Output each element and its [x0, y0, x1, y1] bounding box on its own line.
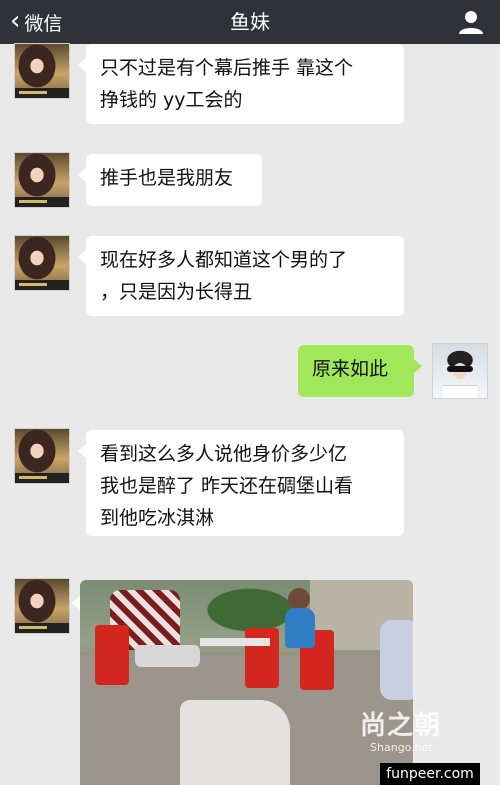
message-bubble-incoming[interactable]: 推手也是我朋友	[78, 154, 262, 206]
contact-avatar[interactable]	[14, 43, 70, 99]
message-text: ，只是因为长得丑	[100, 281, 253, 303]
message-bubble-incoming[interactable]: 现在好多人都知道这个男的了 ，只是因为长得丑	[78, 236, 404, 316]
message-text: 到他吃冰淇淋	[100, 507, 215, 529]
back-button[interactable]: ‹ 微信	[10, 0, 62, 44]
message-text: 原来如此	[312, 358, 389, 380]
site-watermark: funpeer.com	[380, 763, 480, 785]
message-text: 推手也是我朋友	[100, 167, 234, 189]
message-text: 看到这么多人说他身价多少亿	[100, 443, 348, 465]
message-bubble-incoming[interactable]: 看到这么多人说他身价多少亿 我也是醉了 昨天还在碉堡山看 到他吃冰淇淋	[78, 430, 404, 536]
watermark-logo: 尚之朝	[360, 711, 442, 741]
contact-avatar[interactable]	[14, 578, 70, 634]
watermark-url: Shango.net	[370, 741, 433, 754]
message-text: 挣钱的 yy工会的	[100, 89, 243, 111]
image-bubble-tail	[72, 596, 80, 610]
top-bar: ‹ 微信 鱼妹	[0, 0, 500, 44]
chevron-left-icon: ‹	[10, 5, 21, 36]
message-bubble-outgoing[interactable]: 原来如此	[298, 345, 422, 397]
contact-avatar[interactable]	[14, 428, 70, 484]
message-text: 我也是醉了 昨天还在碉堡山看	[100, 475, 354, 497]
message-text: 只不过是有个幕后推手 靠这个	[100, 57, 354, 79]
contact-avatar[interactable]	[14, 235, 70, 291]
chat-title: 鱼妹	[230, 10, 270, 34]
message-bubble-incoming[interactable]: 只不过是有个幕后推手 靠这个 挣钱的 yy工会的	[78, 44, 404, 124]
back-label: 微信	[24, 12, 63, 35]
person-icon	[459, 11, 483, 34]
image-message[interactable]	[80, 580, 413, 785]
my-avatar[interactable]	[432, 343, 488, 399]
message-text: 现在好多人都知道这个男的了	[100, 249, 348, 271]
contact-avatar[interactable]	[14, 152, 70, 208]
contact-info-button[interactable]	[458, 9, 484, 35]
